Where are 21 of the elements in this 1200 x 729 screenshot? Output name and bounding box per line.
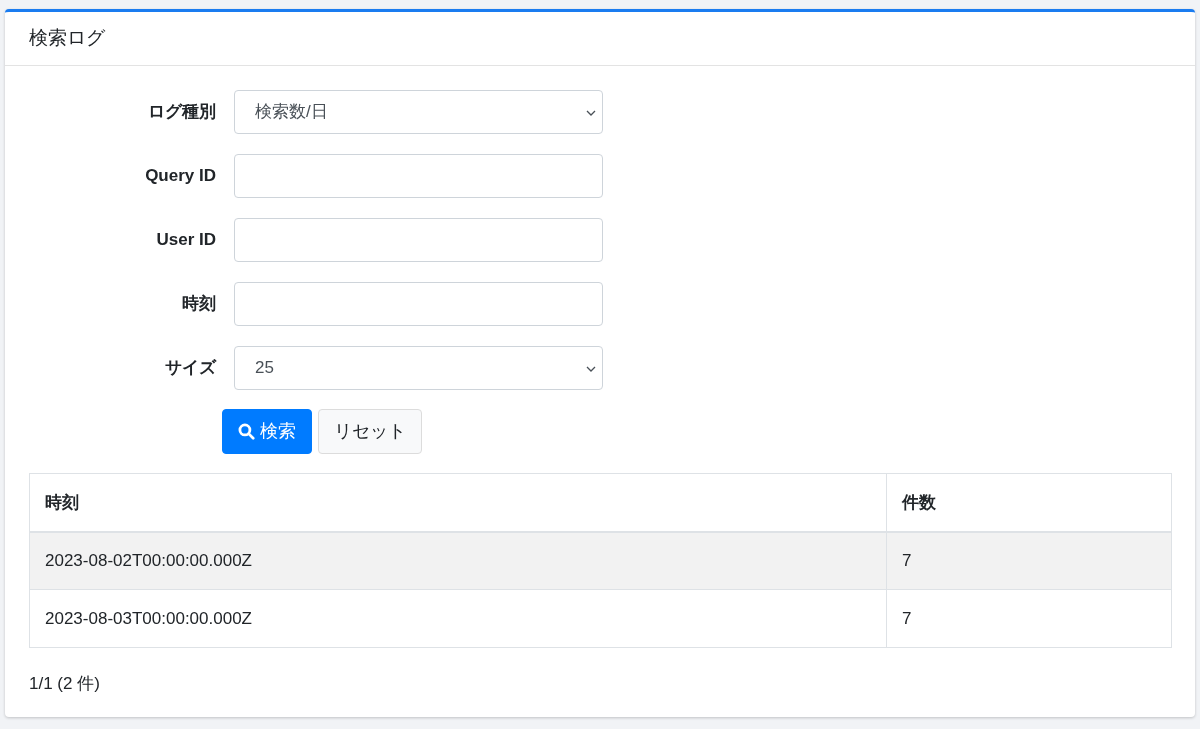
search-icon [238,423,255,440]
input-field[interactable] [234,282,603,326]
table-cell: 2023-08-03T00:00:00.000Z [29,589,887,648]
field-label: User ID [155,229,217,252]
column-header: 時刻 [29,473,887,532]
field-label: ログ種別 [147,101,217,124]
card-title: 検索ログ [29,26,105,51]
column-header: 件数 [886,473,1172,532]
field-label: サイズ [164,357,218,380]
select-field[interactable]: 検索数/日 [234,90,603,134]
select-field[interactable]: 25 [234,346,603,390]
table-cell: 7 [886,589,1172,648]
field-label: Query ID [144,165,217,188]
reset-button[interactable]: リセット [318,409,422,454]
input-field[interactable] [234,218,603,262]
search-button[interactable]: 検索 [222,409,312,454]
chevron-down-icon [586,366,596,372]
input-field[interactable] [234,154,603,198]
chevron-down-icon [586,110,596,116]
field-label: 時刻 [181,293,217,316]
pagination-info: 1/1 (2 件) [29,674,100,693]
